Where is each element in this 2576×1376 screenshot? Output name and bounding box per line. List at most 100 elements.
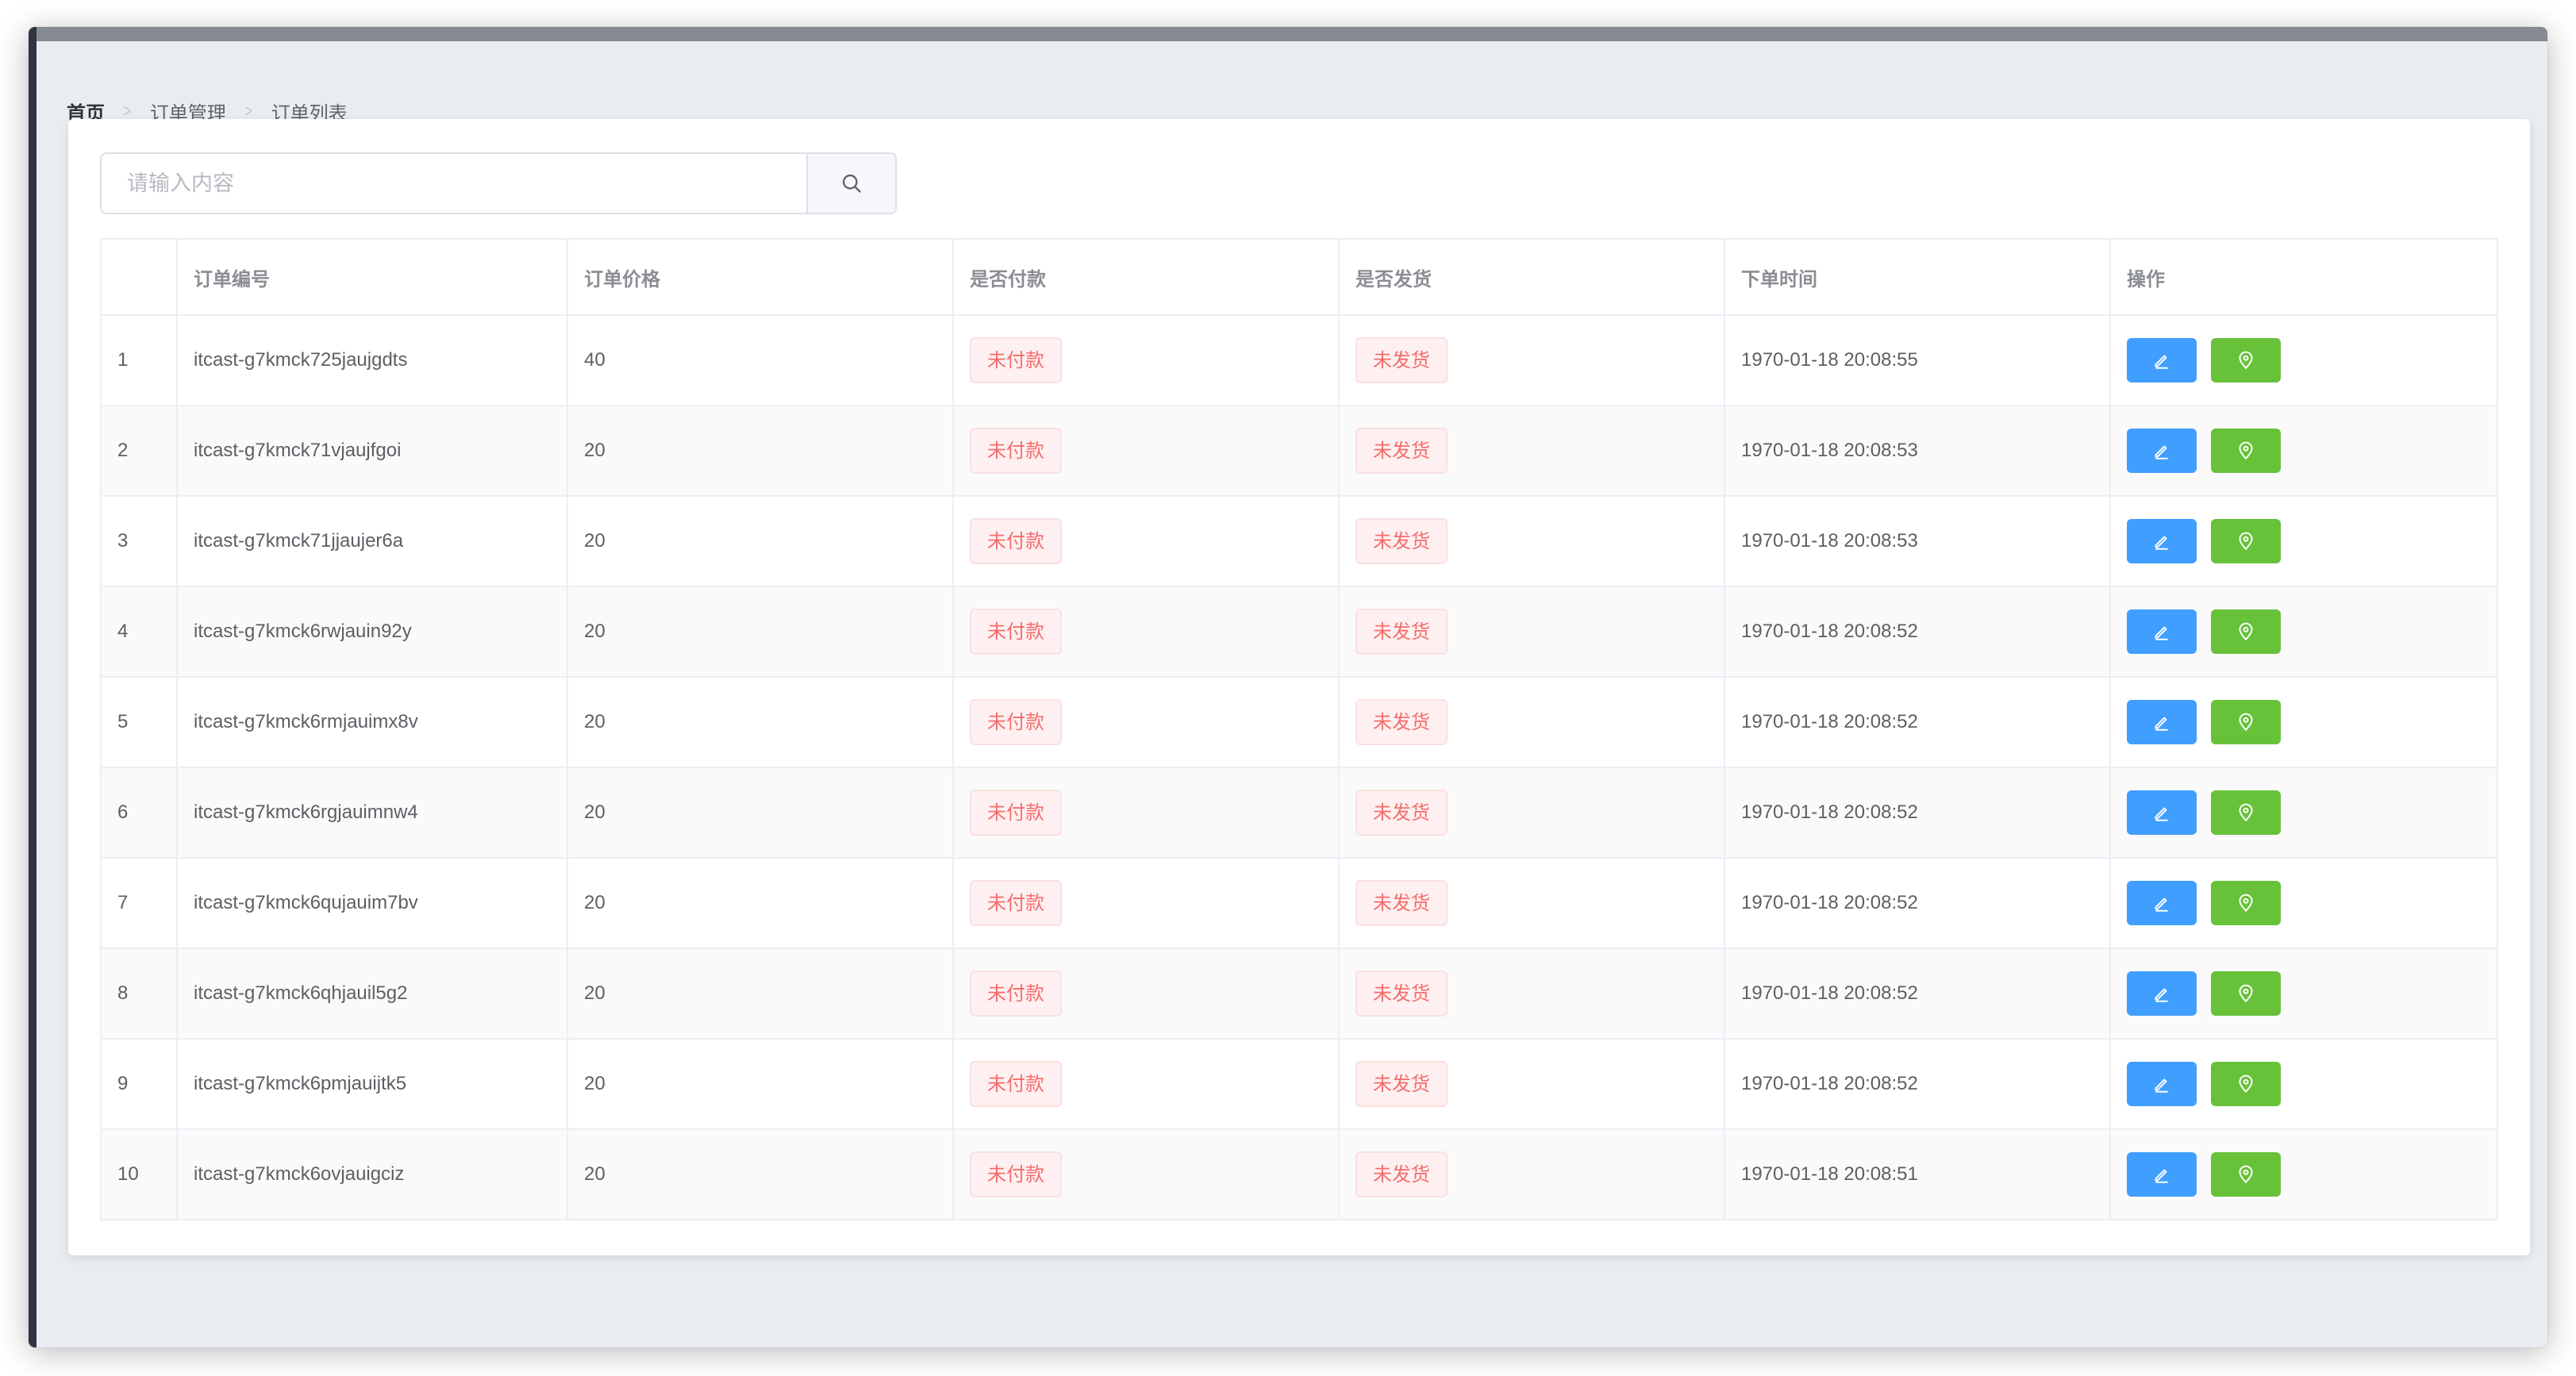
edit-order-button[interactable] <box>2127 1152 2197 1197</box>
shipping-status-tag: 未发货 <box>1355 609 1448 655</box>
location-icon <box>2239 894 2253 913</box>
table-row: 8 itcast-g7kmck6qhjauil5g2 20 未付款 未发货 1970-01… <box>101 948 2498 1040</box>
shipping-status-tag: 未发货 <box>1355 1151 1448 1197</box>
order-number: itcast-g7kmck6pmjauijtk5 <box>177 1039 568 1130</box>
order-time: 1970-01-18 20:08:52 <box>1724 948 2111 1040</box>
table-row: 1 itcast-g7kmck725jaujgdts 40 未付款 未发货 1970-01… <box>101 315 2498 406</box>
payment-status-tag: 未付款 <box>970 518 1062 564</box>
shipping-status-tag: 未发货 <box>1355 971 1448 1017</box>
table-row: 3 itcast-g7kmck71jjaujer6a 20 未付款 未发货 1970-01… <box>101 496 2498 587</box>
payment-status-cell: 未付款 <box>953 677 1340 768</box>
order-number: itcast-g7kmck6qujauim7bv <box>177 858 568 949</box>
order-time: 1970-01-18 20:08:52 <box>1724 1039 2111 1130</box>
order-time: 1970-01-18 20:08:52 <box>1724 677 2111 768</box>
edit-icon <box>2155 1078 2168 1093</box>
shipping-status-tag: 未发货 <box>1355 880 1448 926</box>
order-price: 20 <box>567 586 954 678</box>
edit-order-button[interactable] <box>2127 609 2197 654</box>
location-icon <box>2239 351 2253 370</box>
logistics-location-button[interactable] <box>2211 1152 2281 1197</box>
edit-icon <box>2155 445 2168 459</box>
column-header: 是否发货 <box>1339 239 1725 316</box>
logistics-location-button[interactable] <box>2211 881 2281 925</box>
order-number: itcast-g7kmck71vjaujfgoi <box>177 405 568 497</box>
logistics-location-button[interactable] <box>2211 338 2281 382</box>
table-header-row: 订单编号 订单价格 是否付款 是否发货 下单时间 操作 <box>101 239 2498 316</box>
payment-status-tag: 未付款 <box>970 609 1062 655</box>
order-time: 1970-01-18 20:08:52 <box>1724 767 2111 859</box>
order-number: itcast-g7kmck6rgjauimnw4 <box>177 767 568 859</box>
shipping-status-cell: 未发货 <box>1339 496 1725 587</box>
order-price: 20 <box>567 1129 954 1220</box>
row-index: 6 <box>101 767 178 859</box>
logistics-location-button[interactable] <box>2211 519 2281 563</box>
row-index: 9 <box>101 1039 178 1130</box>
payment-status-cell: 未付款 <box>953 948 1340 1040</box>
shipping-status-cell: 未发货 <box>1339 767 1725 859</box>
order-price: 20 <box>567 405 954 497</box>
search-button[interactable] <box>806 154 895 213</box>
edit-order-button[interactable] <box>2127 1062 2197 1106</box>
payment-status-cell: 未付款 <box>953 767 1340 859</box>
column-header <box>101 239 178 316</box>
payment-status-cell: 未付款 <box>953 586 1340 678</box>
row-index: 4 <box>101 586 178 678</box>
order-time: 1970-01-18 20:08:52 <box>1724 858 2111 949</box>
order-table: 订单编号 订单价格 是否付款 是否发货 下单时间 操作 1 itcast-g7kmck725… <box>100 238 2498 1220</box>
actions-cell <box>2110 1039 2498 1130</box>
shipping-status-cell: 未发货 <box>1339 405 1725 497</box>
row-index: 10 <box>101 1129 178 1220</box>
payment-status-tag: 未付款 <box>970 880 1062 926</box>
row-index: 8 <box>101 948 178 1040</box>
search-input[interactable] <box>102 154 806 213</box>
table-row: 10 itcast-g7kmck6ovjauigciz 20 未付款 未发货 1970-0… <box>101 1129 2498 1220</box>
order-number: itcast-g7kmck6ovjauigciz <box>177 1129 568 1220</box>
order-number: itcast-g7kmck725jaujgdts <box>177 315 568 406</box>
location-icon <box>2239 1165 2253 1184</box>
payment-status-cell: 未付款 <box>953 858 1340 949</box>
edit-order-button[interactable] <box>2127 971 2197 1016</box>
shipping-status-cell: 未发货 <box>1339 858 1725 949</box>
order-price: 20 <box>567 858 954 949</box>
order-price: 20 <box>567 1039 954 1130</box>
location-icon <box>2239 984 2253 1003</box>
logistics-location-button[interactable] <box>2211 790 2281 835</box>
actions-cell <box>2110 315 2498 406</box>
payment-status-tag: 未付款 <box>970 337 1062 383</box>
edit-order-button[interactable] <box>2127 700 2197 744</box>
actions-cell <box>2110 858 2498 949</box>
location-icon <box>2239 713 2253 732</box>
edit-icon <box>2155 807 2168 821</box>
edit-order-button[interactable] <box>2127 790 2197 835</box>
logistics-location-button[interactable] <box>2211 429 2281 473</box>
edit-icon <box>2155 717 2168 731</box>
column-header: 操作 <box>2110 239 2498 316</box>
logistics-location-button[interactable] <box>2211 971 2281 1016</box>
edit-order-button[interactable] <box>2127 338 2197 382</box>
order-time: 1970-01-18 20:08:51 <box>1724 1129 2111 1220</box>
payment-status-tag: 未付款 <box>970 1151 1062 1197</box>
order-list-card: 订单编号订单价格是否付款是否发货下单时间操作 1itcast-g7kmck725… <box>68 119 2530 1255</box>
payment-status-tag: 未付款 <box>970 428 1062 474</box>
location-icon <box>2239 803 2253 822</box>
order-number: itcast-g7kmck6qhjauil5g2 <box>177 948 568 1040</box>
payment-status-cell: 未付款 <box>953 405 1340 497</box>
logistics-location-button[interactable] <box>2211 609 2281 654</box>
order-time: 1970-01-18 20:08:52 <box>1724 586 2111 678</box>
order-time: 1970-01-18 20:08:53 <box>1724 405 2111 497</box>
row-index: 1 <box>101 315 178 406</box>
actions-cell <box>2110 767 2498 859</box>
search-icon <box>842 174 861 193</box>
table-row: 9 itcast-g7kmck6pmjauijtk5 20 未付款 未发货 1970-01… <box>101 1039 2498 1130</box>
app-window: 首页 > 订单管理 > 订单列表 请输入内容 订单编号 订单价格 是否付款 是否… <box>29 27 2547 1347</box>
row-index: 3 <box>101 496 178 587</box>
actions-cell <box>2110 586 2498 678</box>
logistics-location-button[interactable] <box>2211 700 2281 744</box>
payment-status-cell: 未付款 <box>953 496 1340 587</box>
edit-order-button[interactable] <box>2127 881 2197 925</box>
edit-order-button[interactable] <box>2127 429 2197 473</box>
location-icon <box>2239 441 2253 460</box>
logistics-location-button[interactable] <box>2211 1062 2281 1106</box>
edit-order-button[interactable] <box>2127 519 2197 563</box>
order-number: itcast-g7kmck6rmjauimx8v <box>177 677 568 768</box>
